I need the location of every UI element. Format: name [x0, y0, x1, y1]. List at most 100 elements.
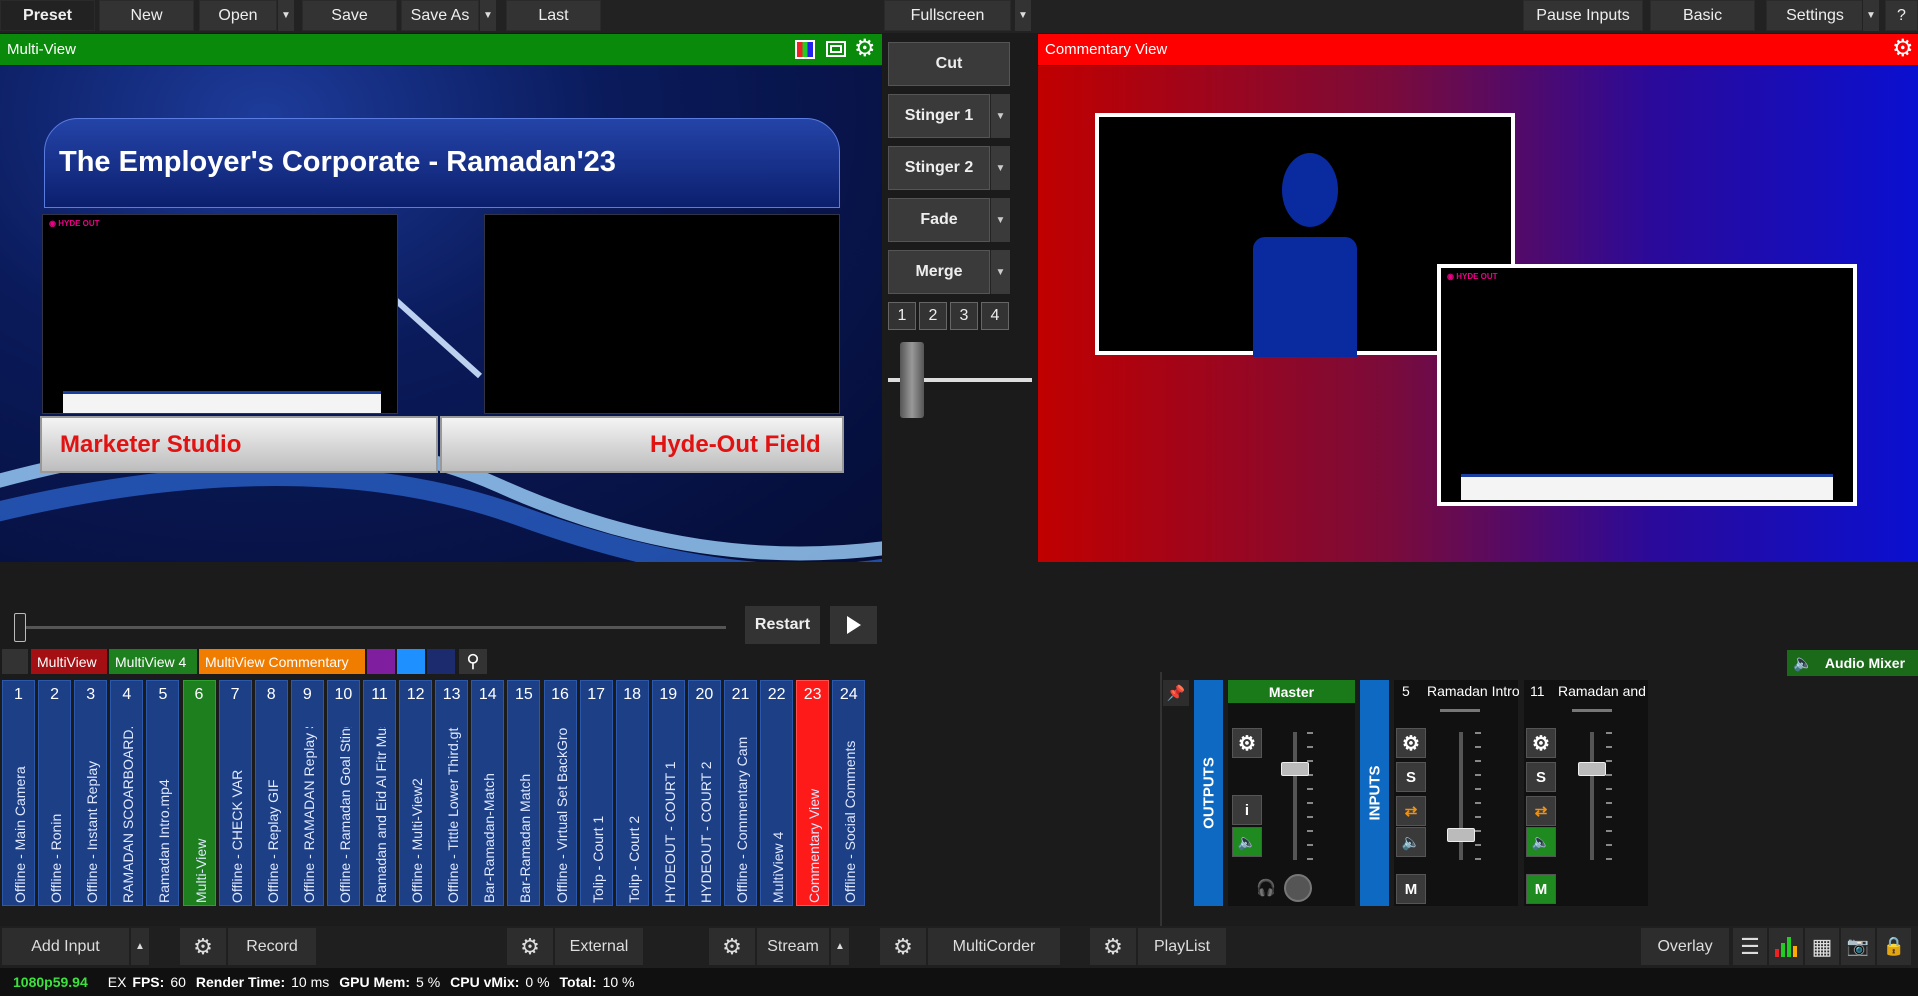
- playlist-button[interactable]: PlayList: [1138, 928, 1226, 965]
- help-button[interactable]: ?: [1885, 0, 1918, 31]
- input-tile-13[interactable]: 13 Offline - Tittle Lower Third.gtzi: [435, 680, 469, 906]
- merge-dropdown-icon[interactable]: ▼: [990, 250, 1010, 294]
- tab-blank[interactable]: [2, 649, 28, 674]
- input-tile-20[interactable]: 20 HYDEOUT - COURT 2: [687, 680, 721, 906]
- stream-dropdown-icon[interactable]: ▲: [831, 928, 849, 965]
- stinger2-dropdown-icon[interactable]: ▼: [990, 146, 1010, 190]
- input-tile-19[interactable]: 19 HYDEOUT - COURT 1: [651, 680, 685, 906]
- external-gear-icon[interactable]: ⚙: [507, 928, 553, 965]
- fullscreen-button[interactable]: Fullscreen: [884, 0, 1011, 31]
- last-button[interactable]: Last: [506, 0, 601, 31]
- stream-gear-icon[interactable]: ⚙: [709, 928, 755, 965]
- external-button[interactable]: External: [555, 928, 643, 965]
- channel-11-mute-button[interactable]: M: [1526, 874, 1556, 904]
- input-tile-7[interactable]: 7 Offline - CHECK VAR: [218, 680, 252, 906]
- add-input-button[interactable]: Add Input: [2, 928, 129, 965]
- list-view-icon[interactable]: ☰: [1733, 928, 1767, 965]
- input-tile-4[interactable]: 4 RAMADAN SCOARBOARD.gtz: [110, 680, 144, 906]
- overlay-button[interactable]: Overlay: [1641, 928, 1729, 965]
- input-tile-15[interactable]: 15 Bar-Ramadan Match: [507, 680, 541, 906]
- audio-mixer-button[interactable]: 🔈 Audio Mixer: [1787, 650, 1918, 676]
- play-button[interactable]: [830, 606, 877, 644]
- channel-5-fader[interactable]: [1447, 828, 1475, 842]
- input-tile-2[interactable]: 2 Offline - Ronin: [38, 680, 72, 906]
- record-gear-icon[interactable]: ⚙: [180, 928, 226, 965]
- open-button[interactable]: Open: [199, 0, 277, 31]
- input-tile-5[interactable]: 5 Ramadan Intro.mp4: [146, 680, 180, 906]
- input-tile-10[interactable]: 10 Offline - Ramadan Goal Stinge: [326, 680, 360, 906]
- seek-track[interactable]: [18, 626, 726, 629]
- channel-5-solo-button[interactable]: S: [1396, 762, 1426, 792]
- new-button[interactable]: New: [99, 0, 194, 31]
- master-speaker-icon[interactable]: 🔈: [1232, 827, 1262, 857]
- input-tile-1[interactable]: 1 Offline - Main Camera: [2, 680, 35, 906]
- input-tab-color-4[interactable]: [397, 649, 425, 674]
- stinger1-dropdown-icon[interactable]: ▼: [990, 94, 1010, 138]
- quick-transition-2[interactable]: 2: [919, 302, 947, 330]
- fullscreen-dropdown-icon[interactable]: ▼: [1014, 0, 1031, 31]
- preset-button[interactable]: Preset: [0, 0, 95, 31]
- channel-5-speaker-icon[interactable]: 🔈: [1396, 827, 1426, 857]
- input-tile-6[interactable]: 6 Multi-View: [182, 680, 216, 906]
- master-fader[interactable]: [1281, 762, 1309, 776]
- basic-button[interactable]: Basic: [1650, 0, 1755, 31]
- playlist-gear-icon[interactable]: ⚙: [1090, 928, 1136, 965]
- input-tile-11[interactable]: 11 Ramadan and Eid Al Fitr Music: [363, 680, 396, 906]
- settings-dropdown-icon[interactable]: ▼: [1862, 0, 1879, 31]
- input-tile-22[interactable]: 22 MultiView 4: [760, 680, 794, 906]
- save-button[interactable]: Save: [302, 0, 397, 31]
- stinger1-button[interactable]: Stinger 1: [888, 94, 990, 138]
- channel-5-gear-icon[interactable]: ⚙: [1396, 728, 1426, 758]
- open-dropdown-icon[interactable]: ▼: [277, 0, 294, 31]
- restart-button[interactable]: Restart: [745, 606, 820, 644]
- input-tile-8[interactable]: 8 Offline - Replay GIF: [254, 680, 288, 906]
- input-tab-multiview-commentary[interactable]: MultiView Commentary: [199, 649, 365, 674]
- channel-11-solo-button[interactable]: S: [1526, 762, 1556, 792]
- channel-11-pan[interactable]: [1572, 709, 1612, 712]
- stinger2-button[interactable]: Stinger 2: [888, 146, 990, 190]
- multicorder-button[interactable]: MultiCorder: [928, 928, 1060, 965]
- search-icon[interactable]: ⚲: [459, 649, 487, 674]
- channel-11-speaker-icon[interactable]: 🔈: [1526, 827, 1556, 857]
- master-gear-icon[interactable]: ⚙: [1232, 728, 1262, 758]
- settings-button[interactable]: Settings: [1766, 0, 1864, 31]
- pause-inputs-button[interactable]: Pause Inputs: [1523, 0, 1643, 31]
- input-tab-color-5[interactable]: [427, 649, 455, 674]
- channel-5-pan[interactable]: [1440, 709, 1480, 712]
- fade-dropdown-icon[interactable]: ▼: [990, 198, 1010, 242]
- input-tile-21[interactable]: 21 Offline - Commentary Cam: [724, 680, 757, 906]
- input-tile-3[interactable]: 3 Offline - Instant Replay: [74, 680, 108, 906]
- stream-button[interactable]: Stream: [757, 928, 829, 965]
- channel-5-bus-icon[interactable]: ⇄: [1396, 796, 1426, 826]
- input-tab-multiview[interactable]: MultiView: [31, 649, 107, 674]
- headphone-volume-knob[interactable]: [1284, 874, 1312, 902]
- channel-11-bus-icon[interactable]: ⇄: [1526, 796, 1556, 826]
- channel-5-mute-button[interactable]: M: [1396, 874, 1426, 904]
- grid-view-icon[interactable]: ▦: [1805, 928, 1839, 965]
- quick-transition-4[interactable]: 4: [981, 302, 1009, 330]
- input-tile-17[interactable]: 17 Tolip - Court 1: [579, 680, 613, 906]
- channel-11-gear-icon[interactable]: ⚙: [1526, 728, 1556, 758]
- pin-icon[interactable]: 📌: [1163, 680, 1189, 706]
- seek-handle[interactable]: [14, 613, 26, 642]
- input-tile-16[interactable]: 16 Offline - Virtual Set BackGrour: [543, 680, 577, 906]
- save-as-dropdown-icon[interactable]: ▼: [479, 0, 496, 31]
- quick-transition-3[interactable]: 3: [950, 302, 978, 330]
- snapshot-camera-icon[interactable]: 📷: [1841, 928, 1875, 965]
- input-tile-14[interactable]: 14 Bar-Ramadan-Match: [471, 680, 505, 906]
- multicorder-gear-icon[interactable]: ⚙: [880, 928, 926, 965]
- input-tile-24[interactable]: 24 Offline - Social Comments: [832, 680, 866, 906]
- save-as-button[interactable]: Save As: [401, 0, 479, 31]
- headphones-icon[interactable]: 🎧: [1256, 878, 1276, 898]
- input-tab-multiview-4[interactable]: MultiView 4: [109, 649, 197, 674]
- colour-bars-icon[interactable]: [795, 40, 815, 59]
- input-tile-12[interactable]: 12 Offline - Multi-View2: [399, 680, 433, 906]
- add-input-dropdown-icon[interactable]: ▲: [131, 928, 149, 965]
- record-button[interactable]: Record: [228, 928, 316, 965]
- frame-icon[interactable]: [826, 41, 846, 57]
- input-tile-9[interactable]: 9 Offline - RAMADAN Replay Sti: [290, 680, 324, 906]
- preview-gear-icon[interactable]: ⚙: [854, 35, 876, 63]
- output-gear-icon[interactable]: ⚙: [1892, 35, 1914, 63]
- t-bar-handle[interactable]: [900, 342, 924, 418]
- input-tile-18[interactable]: 18 Tolip - Court 2: [615, 680, 649, 906]
